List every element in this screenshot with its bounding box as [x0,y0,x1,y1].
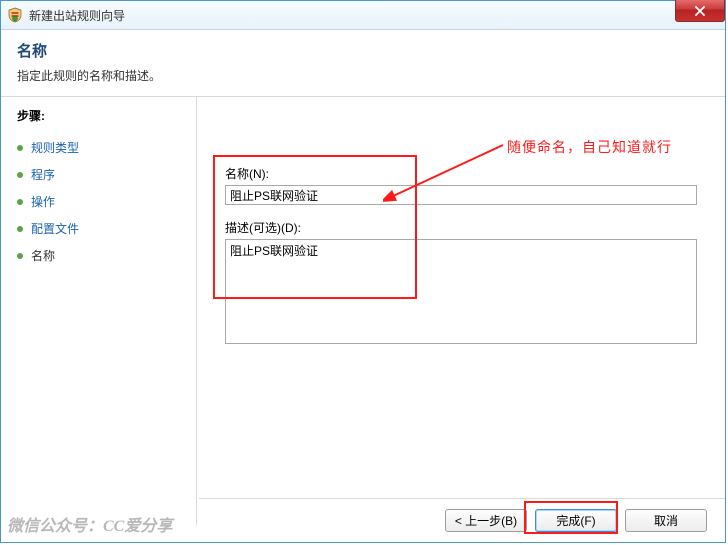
bullet-icon [17,172,23,178]
wizard-header: 名称 指定此规则的名称和描述。 [1,30,725,97]
wizard-body: 步骤: 规则类型 程序 操作 配置文件 名称 [1,97,725,525]
close-button[interactable] [675,0,725,22]
bullet-icon [17,253,23,259]
finish-button[interactable]: 完成(F) [535,509,617,532]
description-label: 描述(可选)(D): [225,219,697,236]
wizard-main: 名称(N): 描述(可选)(D): 阻止PS联网验证 随便命名，自己知道就行 [197,97,725,525]
steps-sidebar: 步骤: 规则类型 程序 操作 配置文件 名称 [1,97,197,525]
wizard-footer: < 上一步(B) 完成(F) 取消 [199,498,725,542]
bullet-icon [17,199,23,205]
step-rule-type[interactable]: 规则类型 [17,134,196,161]
name-label: 名称(N): [225,165,697,182]
close-icon [694,6,706,16]
back-button[interactable]: < 上一步(B) [445,509,527,532]
window-title: 新建出站规则向导 [29,7,125,24]
cancel-button[interactable]: 取消 [625,509,707,532]
step-action[interactable]: 操作 [17,188,196,215]
step-label: 配置文件 [31,220,79,237]
description-input[interactable]: 阻止PS联网验证 [225,239,697,344]
bullet-icon [17,145,23,151]
step-program[interactable]: 程序 [17,161,196,188]
wizard-window: 新建出站规则向导 名称 指定此规则的名称和描述。 步骤: 规则类型 程序 [0,0,726,543]
page-subtitle: 指定此规则的名称和描述。 [17,67,709,84]
step-name[interactable]: 名称 [17,242,196,269]
firewall-icon [7,7,23,23]
titlebar: 新建出站规则向导 [1,1,725,30]
step-label: 名称 [31,247,55,264]
step-label: 操作 [31,193,55,210]
step-profile[interactable]: 配置文件 [17,215,196,242]
step-label: 程序 [31,166,55,183]
page-title: 名称 [17,40,709,61]
step-label: 规则类型 [31,139,79,156]
name-input[interactable] [225,185,697,205]
bullet-icon [17,226,23,232]
steps-heading: 步骤: [17,107,196,124]
annotation-text: 随便命名，自己知道就行 [507,137,672,157]
